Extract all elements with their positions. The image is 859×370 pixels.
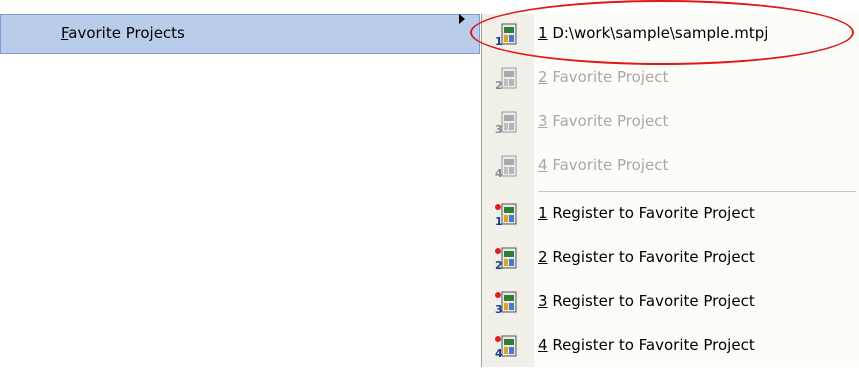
annotation-oval <box>470 0 854 65</box>
svg-text:3: 3 <box>495 303 503 316</box>
menu-item-label: 1 Register to Favorite Project <box>538 204 755 222</box>
submenu-arrow-icon <box>459 14 465 24</box>
menu-item-register-favorite-2[interactable]: 2 2 Register to Favorite Project <box>482 238 859 282</box>
menu-item-favorite-projects[interactable]: Favorite Projects <box>0 14 480 54</box>
menu-item-label: 2 Favorite Project <box>538 68 669 86</box>
menu-item-register-favorite-4[interactable]: 4 4 Register to Favorite Project <box>482 326 859 370</box>
register-project-icon: 2 <box>495 247 517 272</box>
svg-text:1: 1 <box>495 215 503 228</box>
menu-item-favorite-project-3: 3 3 Favorite Project <box>482 102 859 146</box>
menu-item-label: 2 Register to Favorite Project <box>538 248 755 266</box>
menu-item-favorite-project-4: 4 4 Favorite Project <box>482 146 859 190</box>
menu-item-label: 3 Register to Favorite Project <box>538 292 755 310</box>
menu-item-label: Favorite Projects <box>61 24 185 42</box>
svg-text:4: 4 <box>495 347 503 360</box>
menu-item-label: 3 Favorite Project <box>538 112 669 130</box>
register-project-icon: 4 <box>495 335 517 360</box>
menu-item-label: 4 Favorite Project <box>538 156 669 174</box>
menu-item-label: 4 Register to Favorite Project <box>538 336 755 354</box>
project-icon: 3 <box>495 111 517 136</box>
svg-text:4: 4 <box>495 167 503 180</box>
svg-text:2: 2 <box>495 79 503 92</box>
svg-text:2: 2 <box>495 259 503 272</box>
favorite-projects-submenu: 1 1 D:\work\sample\sample.mtpj 2 2 Favor… <box>481 14 859 367</box>
project-icon: 4 <box>495 155 517 180</box>
menu-item-register-favorite-1[interactable]: 1 1 Register to Favorite Project <box>482 194 859 238</box>
project-icon: 2 <box>495 67 517 92</box>
svg-text:3: 3 <box>495 123 503 136</box>
menu-separator <box>538 191 856 192</box>
register-project-icon: 3 <box>495 291 517 316</box>
menu-item-register-favorite-3[interactable]: 3 3 Register to Favorite Project <box>482 282 859 326</box>
register-project-icon: 1 <box>495 203 517 228</box>
